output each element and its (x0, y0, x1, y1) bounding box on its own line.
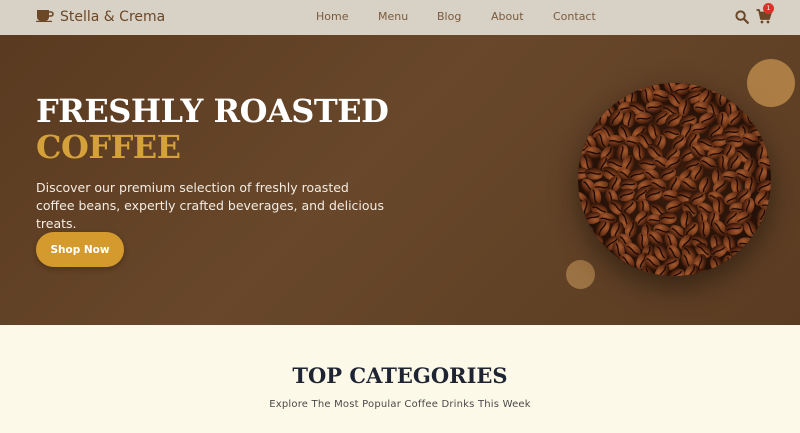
brand-logo[interactable]: Stella & Crema (36, 7, 165, 27)
top-categories-section: TOP CATEGORIES Explore The Most Popular … (0, 325, 800, 433)
nav-link-contact[interactable]: Contact (553, 10, 596, 23)
hero-description: Discover our premium selection of freshl… (36, 180, 384, 231)
coffee-cup-icon (36, 8, 54, 27)
hero-section: FRESHLY ROASTED COFFEE Discover our prem… (0, 35, 800, 325)
nav-link-about[interactable]: About (491, 10, 524, 23)
section-title: TOP CATEGORIES (292, 363, 508, 388)
section-subtitle: Explore The Most Popular Coffee Drinks T… (269, 399, 531, 410)
cart-count-badge: 1 (763, 3, 774, 14)
decorative-circle-small (566, 260, 595, 289)
nav-link-blog[interactable]: Blog (437, 10, 461, 23)
search-icon[interactable] (735, 10, 749, 29)
shop-now-button[interactable]: Shop Now (36, 232, 124, 267)
hero-title-line1: FRESHLY ROASTED (36, 92, 389, 130)
navbar: Stella & Crema Home Menu Blog About Cont… (0, 0, 800, 35)
hero-title-line2: COFFEE (36, 128, 181, 166)
nav-link-home[interactable]: Home (316, 10, 348, 23)
hero-title: FRESHLY ROASTED COFFEE (36, 92, 389, 166)
coffee-beans-image (578, 83, 771, 276)
brand-name: Stella & Crema (60, 9, 166, 25)
nav-link-menu[interactable]: Menu (378, 10, 408, 23)
decorative-circle-large (747, 59, 795, 107)
